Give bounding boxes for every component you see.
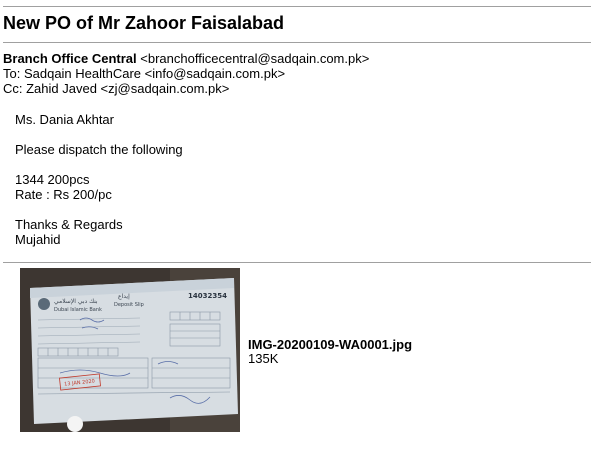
closing: Thanks & Regards (15, 217, 123, 232)
body-line-rate: Rate : Rs 200/pc (15, 187, 112, 202)
body-line-item: 1344 200pcs (15, 172, 90, 187)
body-line-request: Please dispatch the following (15, 142, 183, 157)
sender-name: Branch Office Central (3, 51, 137, 66)
bank-name-arabic: بنك دبي الإسلامي (54, 298, 98, 305)
email-body: Ms. Dania Akhtar Please dispatch the fol… (15, 112, 183, 247)
top-divider (3, 6, 591, 7)
deposit-slip-photo: بنك دبي الإسلامي Dubai Islamic Bank إيدا… (20, 268, 240, 432)
cc-line[interactable]: Cc: Zahid Javed <zj@sadqain.com.pk> (3, 81, 369, 96)
attachment-size: 135K (248, 351, 279, 366)
slip-title-arabic: إيداع (118, 293, 130, 300)
sender-email[interactable]: <branchofficecentral@sadqain.com.pk> (140, 51, 369, 66)
email-subject: New PO of Mr Zahoor Faisalabad (3, 13, 285, 33)
email-headers: Branch Office Central <branchofficecentr… (3, 51, 369, 96)
attachment-filename[interactable]: IMG-20200109-WA0001.jpg (248, 338, 412, 352)
to-line[interactable]: To: Sadqain HealthCare <info@sadqain.com… (3, 66, 369, 81)
signature-name: Mujahid (15, 232, 61, 247)
bank-name-english: Dubai Islamic Bank (54, 307, 102, 313)
attachment-info: IMG-20200109-WA0001.jpg 135K (248, 338, 412, 366)
subject-divider (3, 42, 591, 43)
slip-title-english: Deposit Slip (114, 302, 144, 308)
attachment-divider (3, 262, 591, 263)
salutation: Ms. Dania Akhtar (15, 112, 114, 127)
slip-number: 14032354 (188, 292, 227, 300)
attachment-thumbnail[interactable]: بنك دبي الإسلامي Dubai Islamic Bank إيدا… (20, 268, 240, 432)
from-line: Branch Office Central <branchofficecentr… (3, 51, 369, 66)
